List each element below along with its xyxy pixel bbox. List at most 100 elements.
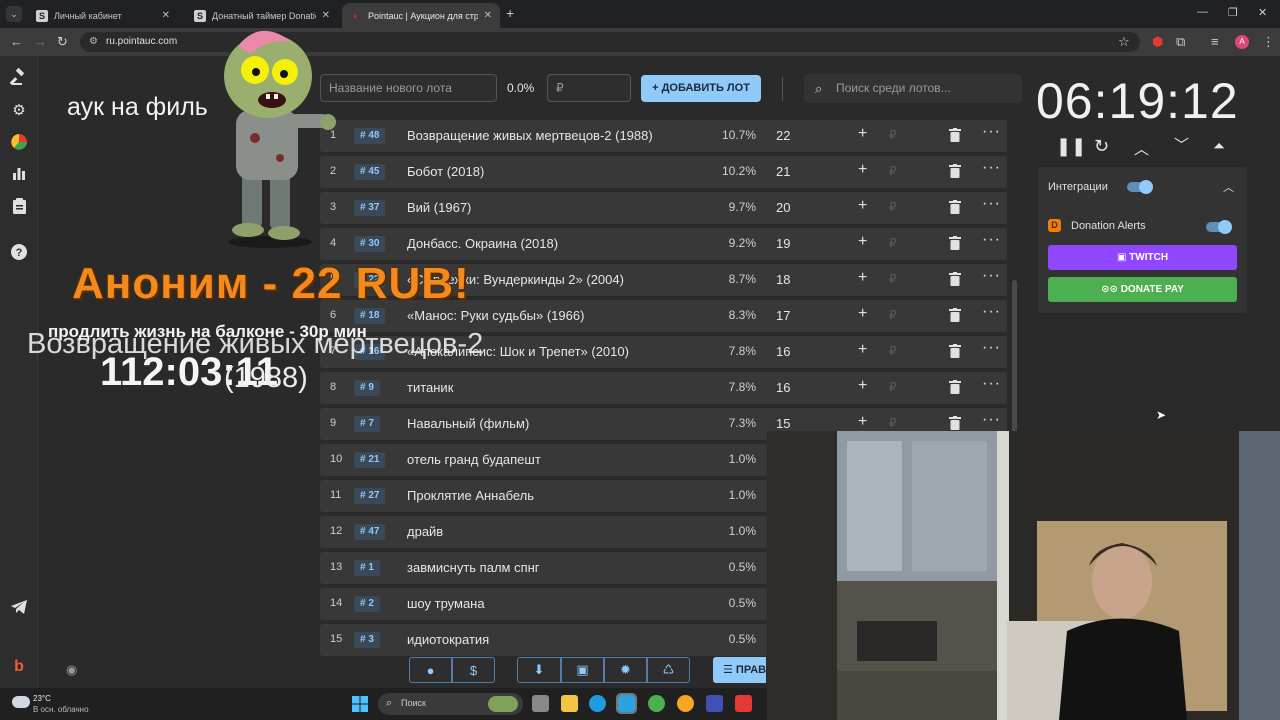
lot-amount[interactable]: 16 [776,380,790,395]
donation-alerts-toggle[interactable] [1206,220,1232,234]
more-options-icon[interactable]: ··· [982,375,1001,393]
add-amount-plus-icon[interactable]: + [858,341,867,359]
bug-report-button[interactable]: ✹ [604,657,647,683]
lot-name[interactable]: «Манос: Руки судьбы» (1966) [407,308,584,323]
twitch-button[interactable]: ▣ TWITCH [1048,245,1237,270]
delete-trash-icon[interactable] [949,128,961,142]
lot-id-badge[interactable]: # 47 [354,524,386,540]
lot-id-badge[interactable]: # 7 [354,416,380,432]
rules-button[interactable]: ☰ ПРАВ [713,657,766,683]
add-amount-plus-icon[interactable]: + [858,413,867,431]
history-clipboard-icon[interactable] [9,198,29,218]
lot-name[interactable]: отель гранд будапешт [407,452,541,467]
back-arrow-icon[interactable]: ← [10,34,23,49]
maximize-window-icon[interactable]: ❐ [1228,6,1238,19]
minimize-window-icon[interactable]: — [1197,6,1208,18]
forward-arrow-icon[interactable]: → [34,34,47,49]
extra-amount-input[interactable]: ₽ [889,164,897,178]
auction-gavel-icon[interactable] [9,67,29,88]
lot-row[interactable]: 2 # 45 Бобот (2018) 10.2% 21 + ₽ ··· [320,156,1007,188]
extra-amount-input[interactable]: ₽ [889,128,897,142]
visibility-eye-icon[interactable]: ◉ [66,662,77,678]
more-options-icon[interactable]: ··· [982,231,1001,249]
lot-id-badge[interactable]: # 30 [354,236,386,252]
lot-amount[interactable]: 19 [776,236,790,251]
extra-amount-input[interactable]: ₽ [889,416,897,430]
extra-amount-input[interactable]: ₽ [889,272,897,286]
lot-row[interactable]: 3 # 37 Вий (1967) 9.7% 20 + ₽ ··· [320,192,1007,224]
reset-timer-icon[interactable]: ↻ [1094,136,1109,157]
lot-name[interactable]: Возвращение живых мертвецов-2 (1988) [407,128,653,143]
site-info-icon[interactable]: ⚙ [89,32,98,52]
clear-all-button[interactable]: ♺ [647,657,690,683]
add-amount-plus-icon[interactable]: + [858,161,867,179]
reload-icon[interactable]: ↻ [57,34,68,50]
lot-amount[interactable]: 18 [776,272,790,287]
add-amount-plus-icon[interactable]: + [858,305,867,323]
windows-start-icon[interactable] [352,696,368,712]
lot-row[interactable]: 4 # 30 Донбасс. Окраина (2018) 9.2% 19 + ₽ ··· [320,228,1007,260]
integrations-toggle[interactable] [1127,180,1153,194]
double-chevron-up-icon[interactable]: ⏶ [1213,138,1225,155]
lot-name[interactable]: идиотократия [407,632,489,647]
save-button[interactable]: ▣ [561,657,604,683]
extra-amount-input[interactable]: ₽ [889,236,897,250]
lot-name[interactable]: Бобот (2018) [407,164,484,179]
chrome-icon[interactable] [648,695,665,712]
lot-id-badge[interactable]: # 1 [354,560,380,576]
taskbar-search-field[interactable]: ⌕ Поиск [378,693,523,715]
lot-id-badge[interactable]: # 27 [354,488,386,504]
close-tab-icon[interactable]: ✕ [162,10,170,21]
download-button[interactable]: ⬇ [517,657,561,683]
add-amount-plus-icon[interactable]: + [858,197,867,215]
lot-name[interactable]: Донбасс. Окраина (2018) [407,236,558,251]
chevron-up-icon[interactable]: ︿ [1134,138,1149,159]
lot-id-badge[interactable]: # 9 [354,380,380,396]
extra-amount-input[interactable]: ₽ [889,380,897,394]
delete-trash-icon[interactable] [949,236,961,250]
lot-name[interactable]: титаник [407,380,453,395]
lot-name[interactable]: Навальный (фильм) [407,416,529,431]
delete-trash-icon[interactable] [949,200,961,214]
donatepay-button[interactable]: ⊙⊙ DONATE PAY [1048,277,1237,302]
extra-amount-input[interactable]: ₽ [889,308,897,322]
more-options-icon[interactable]: ··· [982,411,1001,429]
tab-strip-icon[interactable]: ≡ [1211,34,1219,49]
add-amount-plus-icon[interactable]: + [858,233,867,251]
close-tab-icon[interactable]: ✕ [484,10,492,21]
lot-id-badge[interactable]: # 3 [354,632,380,648]
extra-amount-input[interactable]: ₽ [889,344,897,358]
telegram-app-icon[interactable] [616,693,637,714]
delete-trash-icon[interactable] [949,416,961,430]
edge-browser-icon[interactable] [589,695,606,712]
task-view-icon[interactable] [532,695,549,712]
capture-app-icon[interactable] [735,695,752,712]
lot-id-badge[interactable]: # 48 [354,128,386,144]
help-question-icon[interactable]: ? [9,244,29,264]
lot-id-badge[interactable]: # 2 [354,596,380,612]
add-amount-plus-icon[interactable]: + [858,269,867,287]
lot-name[interactable]: шоу трумана [407,596,485,611]
boosty-icon[interactable]: b [9,658,29,678]
donate-dollar-button[interactable]: $ [452,657,495,683]
lot-name[interactable]: Вий (1967) [407,200,471,215]
lot-id-badge[interactable]: # 45 [354,164,386,180]
delete-trash-icon[interactable] [949,344,961,358]
extra-amount-input[interactable]: ₽ [889,200,897,214]
lot-id-badge[interactable]: # 37 [354,200,386,216]
lot-row[interactable]: 8 # 9 титаник 7.8% 16 + ₽ ··· [320,372,1007,404]
wheel-pie-icon[interactable] [9,134,29,154]
delete-trash-icon[interactable] [949,164,961,178]
more-options-icon[interactable]: ··· [982,303,1001,321]
collapse-chevron-icon[interactable]: ︿ [1223,179,1234,195]
lot-amount[interactable]: 22 [776,128,790,143]
close-window-icon[interactable]: ✕ [1258,6,1267,19]
more-options-icon[interactable]: ··· [982,123,1001,141]
lot-name[interactable]: Проклятие Аннабель [407,488,534,503]
lot-amount[interactable]: 16 [776,344,790,359]
lot-name[interactable]: драйв [407,524,443,539]
delete-trash-icon[interactable] [949,272,961,286]
settings-gear-icon[interactable]: ⚙ [9,101,29,121]
lot-amount[interactable]: 20 [776,200,790,215]
delete-trash-icon[interactable] [949,380,961,394]
